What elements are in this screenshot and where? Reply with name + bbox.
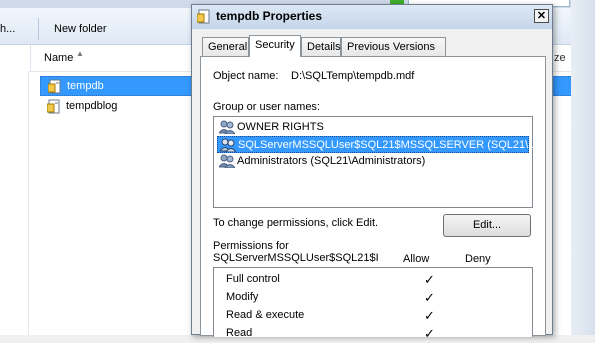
tab-previous-versions[interactable]: Previous Versions xyxy=(341,37,446,56)
edit-button[interactable]: Edit... xyxy=(443,214,531,237)
permission-row: Read ✓ xyxy=(214,325,532,343)
column-header-name[interactable]: Name xyxy=(44,52,73,64)
permissions-list[interactable]: Full control ✓ Modify ✓ Read & execute ✓… xyxy=(213,267,533,341)
file-name: tempdb xyxy=(67,80,104,92)
users-group-icon xyxy=(219,154,235,168)
users-group-icon xyxy=(219,120,235,134)
principal-name: Administrators (SQL21\Administrators) xyxy=(237,155,426,167)
permission-name: Read xyxy=(226,327,253,339)
users-group-icon xyxy=(220,138,236,152)
permissions-for-line1: Permissions for xyxy=(213,240,289,252)
allow-check-icon: ✓ xyxy=(424,326,435,341)
allow-column-header: Allow xyxy=(403,253,430,265)
deny-column-header: Deny xyxy=(465,253,491,265)
tab-strip: General Security Details Previous Versio… xyxy=(200,35,546,57)
database-file-icon xyxy=(197,9,210,24)
toolbar-partial-button[interactable]: h... xyxy=(0,23,15,35)
permission-row: Full control ✓ xyxy=(214,271,532,289)
permissions-for-line2: SQLServerMSSQLUser$SQL21$I xyxy=(213,252,379,264)
permission-row: Modify ✓ xyxy=(214,289,532,307)
allow-check-icon: ✓ xyxy=(424,290,435,305)
principal-item[interactable]: OWNER RIGHTS xyxy=(217,119,529,136)
new-folder-button[interactable]: New folder xyxy=(54,23,107,35)
permission-name: Read & execute xyxy=(226,309,305,321)
vertical-scrollbar[interactable] xyxy=(571,0,595,335)
object-name-value: D:\SQLTemp\tempdb.mdf xyxy=(291,70,415,82)
principal-name: SQLServerMSSQLUser$SQL21$MSSQLSERVER (SQ… xyxy=(238,139,538,151)
principal-item[interactable]: Administrators (SQL21\Administrators) xyxy=(217,153,529,170)
permissions-for-label: Permissions for SQLServerMSSQLUser$SQL21… xyxy=(213,240,379,264)
allow-check-icon: ✓ xyxy=(424,308,435,323)
dialog-title: tempdb Properties xyxy=(216,9,323,23)
close-button[interactable]: ✕ xyxy=(534,9,549,23)
file-name: tempdblog xyxy=(66,100,118,112)
principal-name: OWNER RIGHTS xyxy=(237,121,324,133)
group-names-label: Group or user names: xyxy=(213,101,320,113)
permission-row: Read & execute ✓ xyxy=(214,307,532,325)
object-name-label: Object name: xyxy=(213,70,279,82)
tab-details[interactable]: Details xyxy=(301,37,341,56)
permission-name: Modify xyxy=(226,291,259,303)
allow-check-icon: ✓ xyxy=(424,272,435,287)
tab-general[interactable]: General xyxy=(202,37,249,56)
dialog-titlebar[interactable]: tempdb Properties ✕ xyxy=(192,5,552,29)
nav-pane-divider xyxy=(28,44,29,335)
log-file-icon xyxy=(47,99,60,114)
security-tab-panel: Object name: D:\SQLTemp\tempdb.mdf Group… xyxy=(200,56,546,341)
principal-item-selected[interactable]: SQLServerMSSQLUser$SQL21$MSSQLSERVER (SQ… xyxy=(217,136,537,153)
properties-dialog: tempdb Properties ✕ General Security Det… xyxy=(191,4,553,341)
column-header-size[interactable]: ze xyxy=(554,52,566,64)
change-permissions-hint: To change permissions, click Edit. xyxy=(213,217,379,229)
column-divider[interactable] xyxy=(30,45,31,71)
sort-ascending-icon: ▲ xyxy=(76,49,84,58)
tab-security[interactable]: Security xyxy=(249,35,301,57)
toolbar-divider xyxy=(38,18,39,40)
group-user-list[interactable]: OWNER RIGHTS SQLServerMSSQLUser$SQL21$MS… xyxy=(213,116,537,208)
database-file-icon xyxy=(48,79,61,94)
close-icon: ✕ xyxy=(536,10,547,22)
permission-name: Full control xyxy=(226,273,280,285)
